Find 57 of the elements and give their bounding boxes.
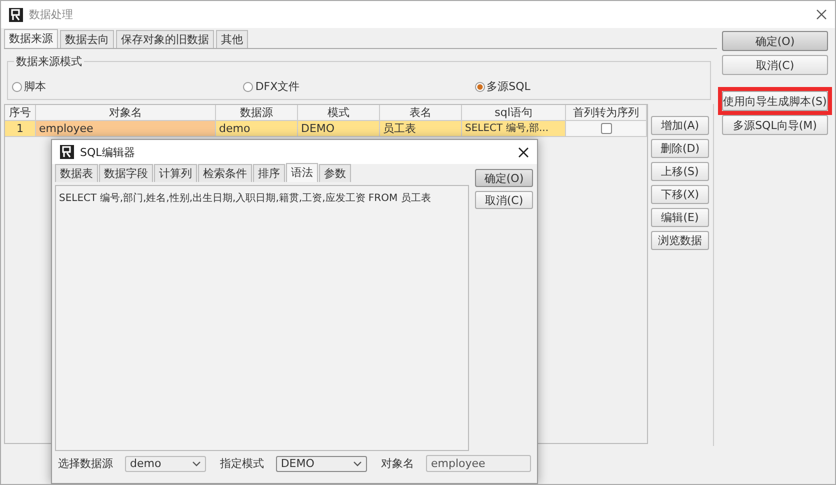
table-cell: SELECT 编号,部... xyxy=(462,121,566,137)
tab[interactable]: 检索条件 xyxy=(198,164,252,182)
table-cell: 员工表 xyxy=(380,121,462,137)
tab[interactable]: 保存对象的旧数据 xyxy=(116,30,214,48)
column-header: 序号 xyxy=(5,105,36,121)
sql-text-area[interactable]: SELECT 编号,部门,姓名,性别,出生日期,入职日期,籍贯,工资,应发工资 FROM 员工表 xyxy=(55,185,469,451)
tab[interactable]: 数据来源 xyxy=(4,29,58,48)
tab[interactable]: 其他 xyxy=(216,30,248,48)
app-logo-icon xyxy=(9,8,23,22)
column-header: 模式 xyxy=(298,105,380,121)
field-label: 指定模式 xyxy=(220,456,264,471)
sql-text: SELECT 编号,部门,姓名,性别,出生日期,入职日期,籍贯,工资,应发工资 FROM 员工表 xyxy=(59,193,431,204)
column-header: 对象名 xyxy=(36,105,216,121)
radio-option[interactable]: 多源SQL xyxy=(474,79,706,94)
column-header: 表名 xyxy=(380,105,462,121)
close-icon[interactable] xyxy=(816,9,827,20)
close-icon[interactable] xyxy=(518,146,529,158)
tab[interactable]: 语法 xyxy=(286,163,318,182)
column-header: 数据源 xyxy=(216,105,298,121)
checkbox[interactable] xyxy=(600,123,612,134)
chevron-down-icon xyxy=(353,460,362,466)
tab[interactable]: 排序 xyxy=(253,164,285,182)
window-title: 数据处理 xyxy=(29,7,74,22)
radio-option[interactable]: 脚本 xyxy=(12,79,244,94)
field-label: 对象名 xyxy=(381,456,414,471)
dialog-button[interactable]: 取消(C) xyxy=(475,191,533,209)
action-button[interactable]: 编辑(E) xyxy=(651,208,709,227)
app-logo-icon xyxy=(60,145,74,159)
schema-select[interactable]: DEMO xyxy=(276,456,367,472)
group-legend: 数据来源模式 xyxy=(14,54,84,69)
action-button[interactable]: 浏览数据 xyxy=(651,231,709,250)
column-header: 首列转为序列 xyxy=(566,105,647,121)
dialog-button[interactable]: 确定(O) xyxy=(475,169,533,187)
data-source-select[interactable]: demo xyxy=(125,456,206,472)
action-button[interactable]: 下移(X) xyxy=(651,185,709,204)
side-button[interactable]: 确定(O) xyxy=(722,31,828,51)
side-button[interactable]: 多源SQL向导(M) xyxy=(722,115,828,135)
field-label: 选择数据源 xyxy=(58,456,113,471)
action-button[interactable]: 删除(D) xyxy=(651,139,709,158)
table-cell: employee xyxy=(36,121,216,137)
table-cell: demo xyxy=(216,121,298,137)
object-name-field[interactable]: employee xyxy=(426,455,531,472)
tab[interactable]: 数据字段 xyxy=(99,164,153,182)
side-button[interactable]: 使用向导生成脚本(S) xyxy=(722,91,828,111)
table-cell: 1 xyxy=(5,121,36,137)
side-button[interactable]: 取消(C) xyxy=(722,55,828,75)
radio-option[interactable]: DFX文件 xyxy=(243,79,475,94)
tab[interactable]: 数据表 xyxy=(55,164,98,182)
tab[interactable]: 参数 xyxy=(319,164,351,182)
table-cell: DEMO xyxy=(298,121,380,137)
column-header: sql语句 xyxy=(462,105,566,121)
tab[interactable]: 数据去向 xyxy=(60,30,114,48)
action-button[interactable]: 上移(S) xyxy=(651,162,709,181)
tab[interactable]: 计算列 xyxy=(154,164,197,182)
chevron-down-icon xyxy=(192,460,201,466)
dialog-title: SQL编辑器 xyxy=(80,144,136,160)
action-button[interactable]: 增加(A) xyxy=(651,116,709,135)
